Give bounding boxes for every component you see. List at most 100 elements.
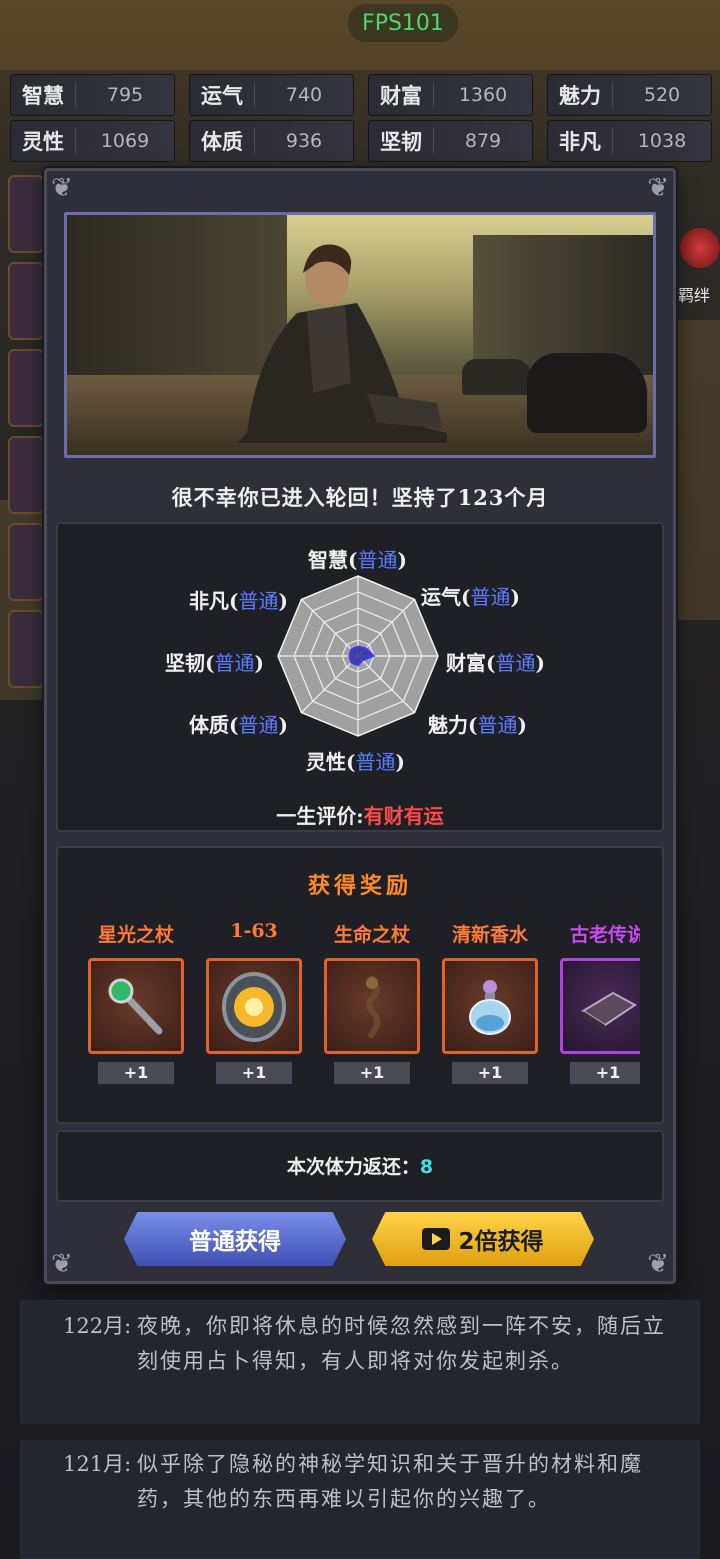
log-entry: 121月: 似乎除了隐秘的神秘学知识和关于晋升的材料和魔药，其他的东西再难以引起… xyxy=(20,1440,700,1559)
bond-icon xyxy=(680,228,720,268)
attribute-radar-chart xyxy=(277,575,439,737)
radar-label-wealth: 财富(普通) xyxy=(446,651,545,675)
stat-label: 非凡 xyxy=(559,129,601,154)
bond-label: 羁绊 xyxy=(678,286,711,305)
reward-name: 生命之杖 xyxy=(333,924,410,946)
stat-extraordinary: 非凡 1038 xyxy=(547,120,712,162)
attr-name: 智慧 xyxy=(308,548,348,572)
perfume-bottle-icon[interactable] xyxy=(442,958,538,1054)
reward-item[interactable]: 清新香水 +1 xyxy=(442,920,538,1084)
stamina-value: 8 xyxy=(419,1156,434,1178)
reward-count: +1 xyxy=(216,1062,292,1084)
radar-label-extraordinary: 非凡(普通) xyxy=(189,589,288,613)
corner-ornament-icon: ❦ xyxy=(647,1249,669,1279)
stat-value: 1360 xyxy=(458,84,508,106)
reward-name: 清新香水 xyxy=(451,924,528,946)
side-menu-left xyxy=(8,175,44,697)
stat-tenacity: 坚韧 879 xyxy=(368,120,533,162)
reward-count: +1 xyxy=(570,1062,640,1084)
radar-label-wisdom: 智慧(普通) xyxy=(308,548,407,572)
evaluation-label: 一生评价: xyxy=(276,804,364,828)
log-entry: 122月: 夜晚，你即将休息的时候忽然感到一阵不安，随后立刻使用占卜得知，有人即… xyxy=(20,1300,700,1424)
reward-item[interactable]: 1-63 +1 xyxy=(206,920,302,1084)
fps-counter: FPS101 xyxy=(348,4,458,42)
radar-label-constitution: 体质(普通) xyxy=(189,713,288,737)
life-evaluation: 一生评价:有财有运 xyxy=(56,800,664,829)
vintage-car-icon xyxy=(462,359,532,395)
side-tile[interactable] xyxy=(8,175,44,253)
attr-name: 魅力 xyxy=(428,713,468,737)
stat-label: 灵性 xyxy=(22,129,64,154)
log-text: 似乎除了隐秘的神秘学知识和关于晋升的材料和魔药，其他的东西再难以引起你的兴趣了。 xyxy=(137,1452,643,1511)
stat-charm: 魅力 520 xyxy=(547,74,712,116)
side-tile[interactable] xyxy=(8,349,44,427)
reward-count: +1 xyxy=(98,1062,174,1084)
banner-illustration xyxy=(64,212,656,458)
stat-label: 魅力 xyxy=(559,83,601,108)
ancient-book-icon[interactable] xyxy=(560,958,640,1054)
staff-gem-icon[interactable] xyxy=(88,958,184,1054)
reward-name: 1-63 xyxy=(230,920,278,942)
reward-item[interactable]: 星光之杖 +1 xyxy=(88,920,184,1084)
stat-value: 1069 xyxy=(100,130,150,152)
reward-count: +1 xyxy=(452,1062,528,1084)
side-tile[interactable] xyxy=(8,262,44,340)
log-time: 122月: xyxy=(63,1314,132,1338)
corner-ornament-icon: ❦ xyxy=(51,1249,73,1279)
normal-claim-label: 普通获得 xyxy=(189,1229,281,1255)
side-tile[interactable] xyxy=(8,610,44,688)
stat-value: 1038 xyxy=(637,130,687,152)
video-play-icon xyxy=(422,1228,451,1250)
stat-value: 879 xyxy=(464,130,502,152)
reward-item[interactable]: 生命之杖 +1 xyxy=(324,920,420,1084)
reward-name: 星光之杖 xyxy=(97,924,174,946)
reward-count: +1 xyxy=(334,1062,410,1084)
stat-label: 运气 xyxy=(201,83,243,108)
stat-label: 智慧 xyxy=(22,83,64,108)
attr-quality: 普通 xyxy=(355,750,396,774)
stat-value: 795 xyxy=(106,84,144,106)
radar-label-charm: 魅力(普通) xyxy=(428,713,527,737)
attr-name: 运气 xyxy=(421,585,461,609)
stat-label: 财富 xyxy=(380,83,422,108)
side-tile[interactable] xyxy=(8,523,44,601)
evaluation-value: 有财有运 xyxy=(363,804,444,828)
reward-title: 获得奖励 xyxy=(307,873,412,899)
bond-button[interactable]: 羁绊 xyxy=(674,224,720,314)
log-text: 夜晚，你即将休息的时候忽然感到一阵不安，随后立刻使用占卜得知，有人即将对你发起刺… xyxy=(137,1314,666,1373)
twisted-staff-icon[interactable] xyxy=(324,958,420,1054)
attr-name: 灵性 xyxy=(306,750,346,774)
attr-quality: 普通 xyxy=(238,589,279,613)
stamina-return: 本次体力返还：8 xyxy=(56,1152,664,1179)
attr-quality: 普通 xyxy=(470,585,511,609)
vintage-car-icon xyxy=(527,353,647,433)
normal-claim-button[interactable]: 普通获得 xyxy=(124,1212,346,1266)
stat-constitution: 体质 936 xyxy=(189,120,354,162)
attr-name: 体质 xyxy=(189,713,229,737)
stat-wisdom: 智慧 795 xyxy=(10,74,175,116)
stat-luck: 运气 740 xyxy=(189,74,354,116)
attr-name: 坚韧 xyxy=(165,651,205,675)
stat-value: 740 xyxy=(285,84,323,106)
reward-list[interactable]: 星光之杖 +1 1-63 +1 生命之杖 +1 清新香水 +1 古老传说 +1 xyxy=(88,920,640,1090)
stat-value: 520 xyxy=(643,84,681,106)
reward-item[interactable]: 古老传说 +1 xyxy=(560,920,640,1084)
attr-quality: 普通 xyxy=(477,713,518,737)
stat-wealth: 财富 1360 xyxy=(368,74,533,116)
attr-name: 非凡 xyxy=(189,589,229,613)
radar-label-tenacity: 坚韧(普通) xyxy=(165,651,264,675)
attr-quality: 普通 xyxy=(238,713,279,737)
radar-label-luck: 运气(普通) xyxy=(421,585,520,609)
kneeling-man-figure xyxy=(237,244,447,443)
double-claim-button[interactable]: 2倍获得 xyxy=(372,1212,594,1266)
stat-value: 936 xyxy=(285,130,323,152)
golden-rune-icon[interactable] xyxy=(206,958,302,1054)
side-tile[interactable] xyxy=(8,436,44,514)
stat-spirituality: 灵性 1069 xyxy=(10,120,175,162)
corner-ornament-icon: ❦ xyxy=(51,173,73,203)
attr-quality: 普通 xyxy=(495,651,536,675)
double-claim-label: 2倍获得 xyxy=(458,1229,544,1255)
stat-label: 体质 xyxy=(201,129,243,154)
log-time: 121月: xyxy=(63,1452,132,1476)
radar-label-spirituality: 灵性(普通) xyxy=(306,750,405,774)
